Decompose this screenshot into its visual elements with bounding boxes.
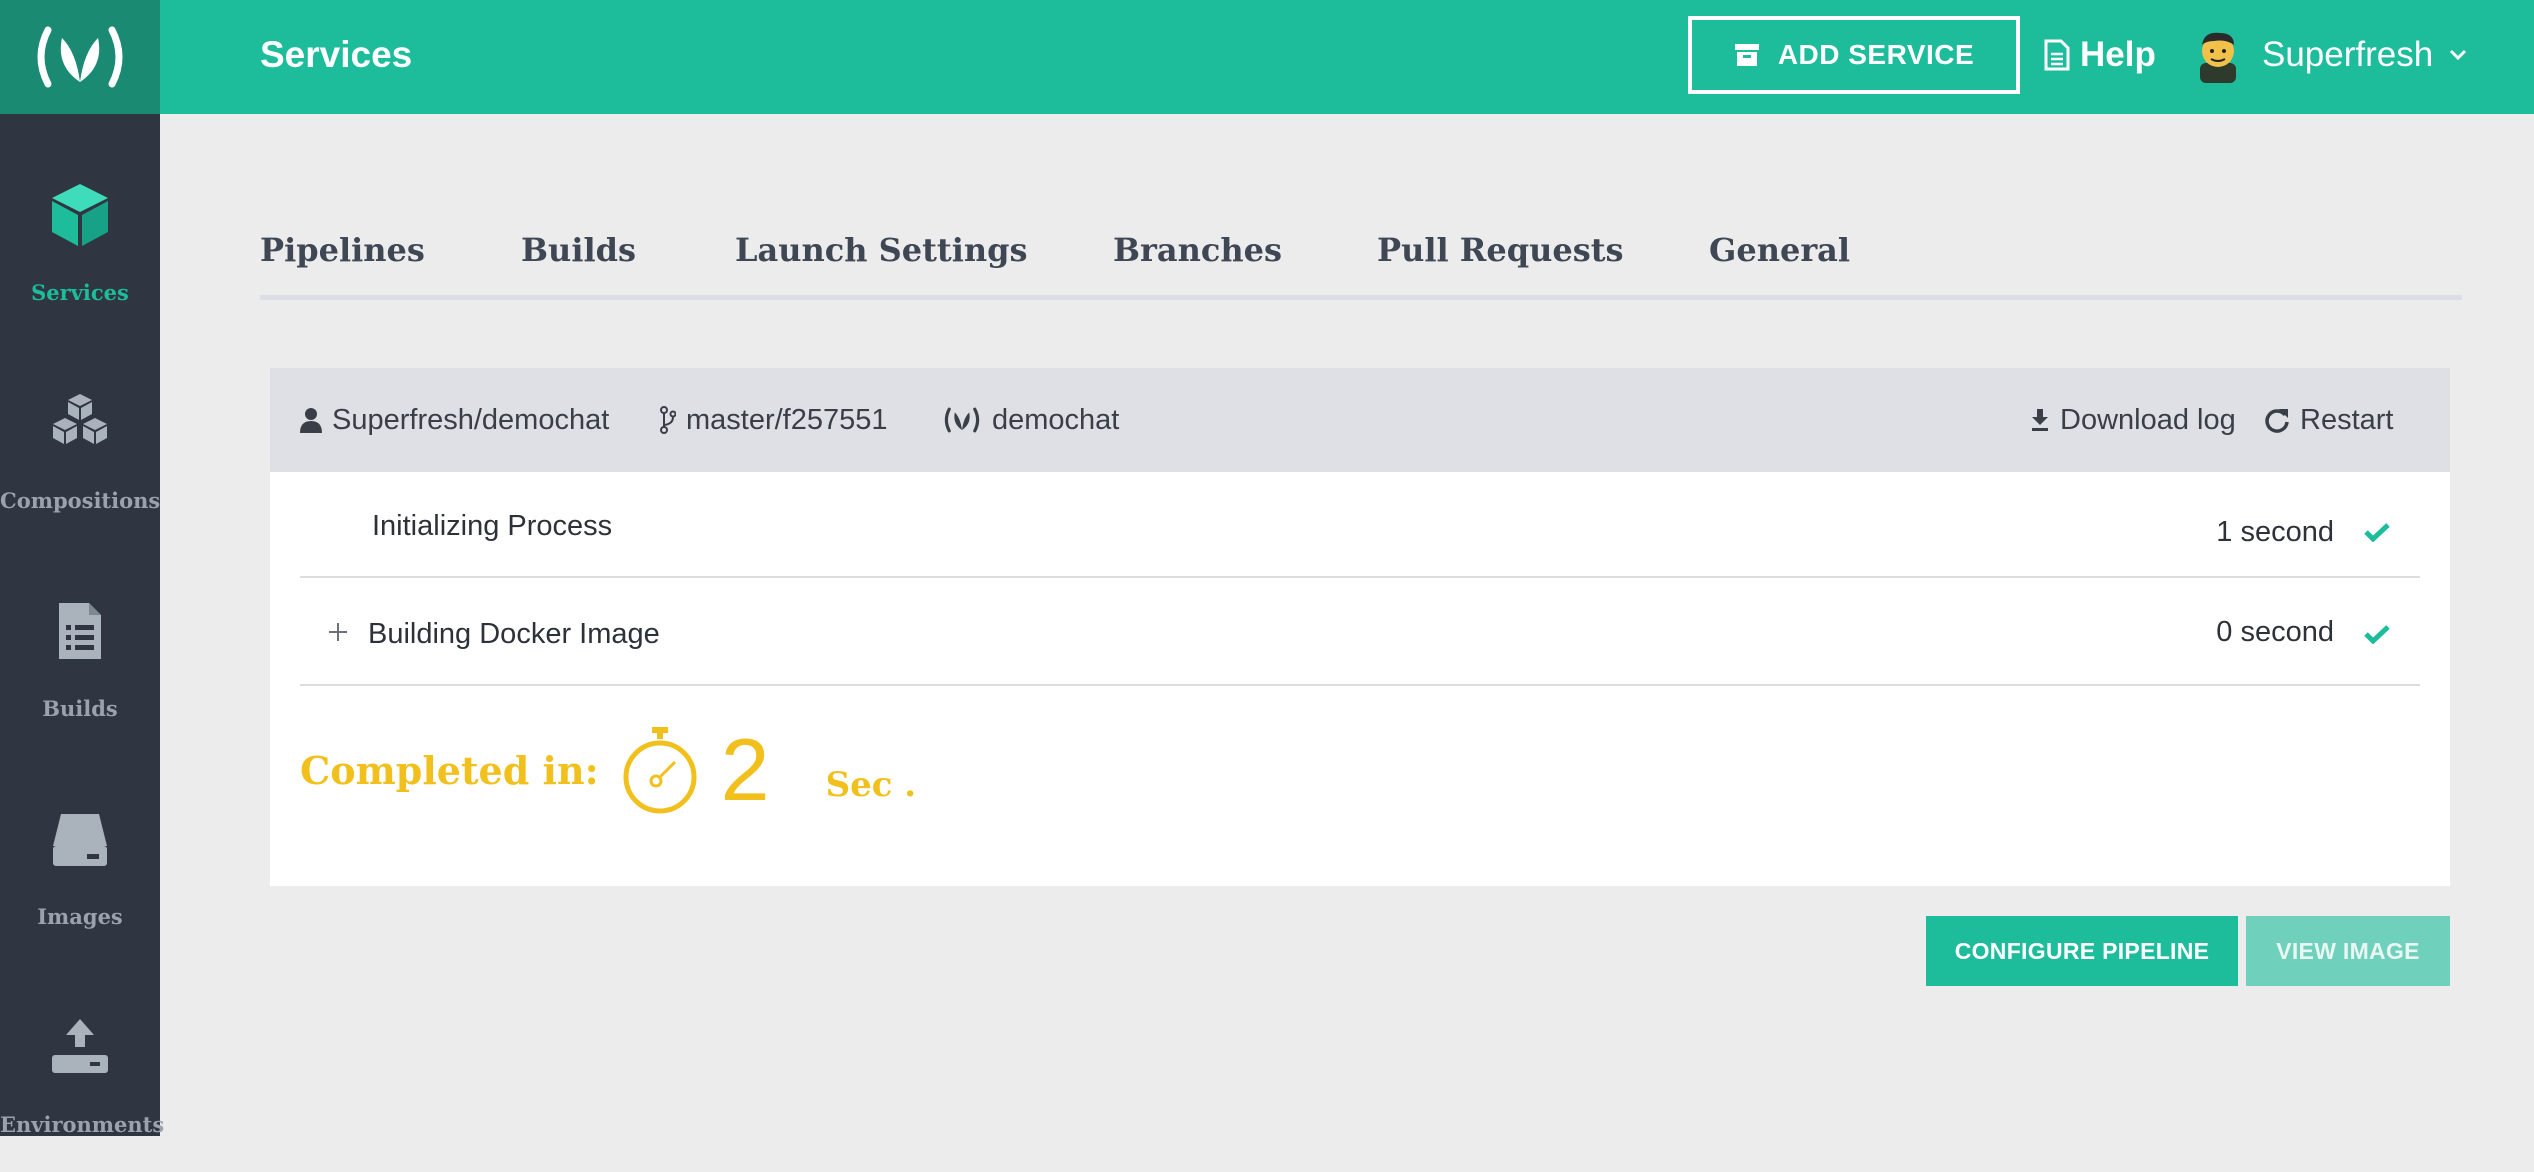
download-log-label: Download log <box>2060 403 2236 436</box>
top-bar: Services ADD SERVICE Help Superfresh <box>160 0 2534 114</box>
completed-label: Completed in: <box>300 747 599 793</box>
view-image-button[interactable]: VIEW IMAGE <box>2246 916 2450 986</box>
leaf-logo-icon <box>37 26 123 88</box>
refresh-icon <box>2265 409 2289 433</box>
tab-general[interactable]: General <box>1709 220 1850 290</box>
repo-info: Superfresh/demochat <box>300 368 609 472</box>
configure-pipeline-button[interactable]: CONFIGURE PIPELINE <box>1926 916 2238 986</box>
completed-summary: Completed in: 2 Sec . <box>300 710 916 830</box>
user-name: Superfresh <box>2262 35 2434 74</box>
leaf-logo-icon <box>944 407 980 433</box>
archive-icon <box>1734 44 1759 66</box>
step-label: Initializing Process <box>372 510 613 542</box>
branch-info: master/f257551 <box>660 368 888 472</box>
sidebar-item-environments[interactable]: Environments <box>0 972 165 1172</box>
tab-launch-settings[interactable]: Launch Settings <box>735 220 1028 290</box>
step-time: 1 second <box>2216 516 2334 548</box>
sidebar-item-label: Images <box>37 904 123 929</box>
download-log-button[interactable]: Download log <box>2030 368 2236 472</box>
help-label: Help <box>2080 35 2156 74</box>
build-header: Superfresh/demochat master/f257551 democ… <box>270 368 2450 472</box>
add-service-button[interactable]: ADD SERVICE <box>1688 16 2020 94</box>
stopwatch-icon <box>623 727 697 814</box>
expand-plus-icon[interactable] <box>328 622 348 642</box>
branch-icon <box>660 406 676 434</box>
completed-unit: Sec . <box>825 765 917 805</box>
restart-label: Restart <box>2300 403 2394 436</box>
avatar <box>2190 27 2246 83</box>
step-row: Initializing Process 1 second <box>300 472 2420 578</box>
tab-pipelines[interactable]: Pipelines <box>260 220 425 290</box>
app-logo[interactable] <box>0 0 160 114</box>
page-title: Services <box>260 34 413 75</box>
restart-button[interactable]: Restart <box>2264 368 2393 472</box>
tab-pull-requests[interactable]: Pull Requests <box>1377 220 1624 290</box>
build-panel: Superfresh/demochat master/f257551 democ… <box>270 368 2450 886</box>
add-service-label: ADD SERVICE <box>1777 39 1975 70</box>
completed-value: 2 <box>720 720 770 819</box>
help-link[interactable]: Help <box>2044 0 2156 110</box>
sidebar-item-label: Environments <box>0 1112 165 1137</box>
chevron-down-icon <box>2450 49 2467 61</box>
step-label: Building Docker Image <box>368 618 660 650</box>
repo-name: Superfresh/demochat <box>332 403 610 436</box>
upload-icon <box>50 1012 110 1082</box>
tab-branches[interactable]: Branches <box>1113 220 1282 290</box>
tab-bar: Pipelines Builds Launch Settings Branche… <box>260 220 2462 300</box>
sidebar-item-compositions[interactable]: Compositions <box>0 348 160 548</box>
download-icon <box>2032 409 2048 431</box>
user-menu[interactable]: Superfresh <box>2190 0 2467 110</box>
tab-builds[interactable]: Builds <box>521 220 636 290</box>
document-list-icon <box>57 596 103 666</box>
hard-drive-icon <box>51 804 109 874</box>
sidebar-item-label: Builds <box>42 696 118 721</box>
document-icon <box>2044 39 2070 71</box>
user-icon <box>300 408 322 433</box>
cube-icon <box>49 180 111 250</box>
step-time: 0 second <box>2216 616 2334 648</box>
service-name: demochat <box>992 403 1120 436</box>
sidebar-item-services[interactable]: Services <box>0 140 160 340</box>
service-info: demochat <box>942 368 1119 472</box>
check-icon <box>2364 625 2390 644</box>
sidebar-item-label: Compositions <box>0 488 161 513</box>
cubes-icon <box>47 388 113 458</box>
branch-name: master/f257551 <box>686 403 888 436</box>
check-icon <box>2364 523 2390 542</box>
sidebar-item-label: Services <box>31 280 129 305</box>
sidebar-item-builds[interactable]: Builds <box>0 556 160 756</box>
sidebar-item-images[interactable]: Images <box>0 764 160 964</box>
sidebar: Services Compositions Builds Images Envi… <box>0 0 164 1137</box>
step-row[interactable]: Building Docker Image 0 second <box>300 578 2420 686</box>
